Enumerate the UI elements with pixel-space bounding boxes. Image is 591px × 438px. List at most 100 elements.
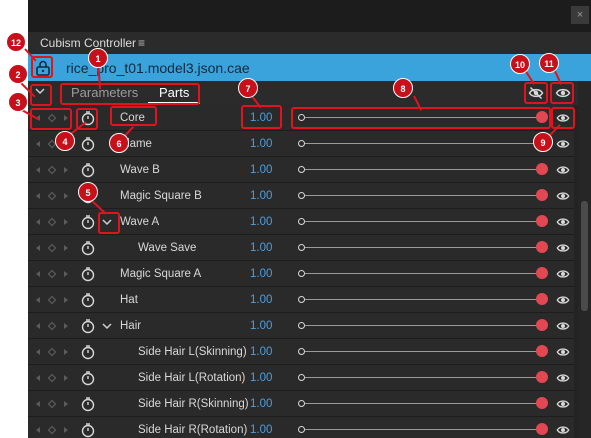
keyframe-nav-buttons[interactable] <box>34 209 74 235</box>
part-opacity-value[interactable]: 1.00 <box>250 417 272 438</box>
part-opacity-value[interactable]: 1.00 <box>250 261 272 287</box>
opacity-slider-track[interactable] <box>300 377 540 378</box>
part-name[interactable]: Hair <box>120 313 141 339</box>
slider-min-marker <box>298 244 305 251</box>
stopwatch-icon[interactable] <box>80 136 96 152</box>
scrollbar-thumb[interactable] <box>581 201 588 311</box>
opacity-slider-knob[interactable] <box>536 163 548 175</box>
stopwatch-icon[interactable] <box>80 266 96 282</box>
opacity-slider-knob[interactable] <box>536 267 548 279</box>
part-name[interactable]: Wave B <box>120 157 160 183</box>
keyframe-nav-buttons[interactable] <box>34 417 74 438</box>
vertical-scrollbar[interactable] <box>578 81 591 438</box>
keyframe-nav-buttons[interactable] <box>34 287 74 313</box>
part-name[interactable]: Side Hair R(Rotation) <box>138 417 247 438</box>
part-row[interactable]: Side Hair R(Skinning) 1.00 <box>28 391 574 417</box>
visibility-eye-icon[interactable] <box>556 423 570 437</box>
opacity-slider-knob[interactable] <box>536 319 548 331</box>
visibility-eye-icon[interactable] <box>556 241 570 255</box>
part-name[interactable]: Wave A <box>120 209 159 235</box>
opacity-slider-track[interactable] <box>300 299 540 300</box>
stopwatch-icon[interactable] <box>80 240 96 256</box>
stopwatch-icon[interactable] <box>80 396 96 412</box>
keyframe-nav-buttons[interactable] <box>34 183 74 209</box>
part-opacity-value[interactable]: 1.00 <box>250 287 272 313</box>
visibility-eye-icon[interactable] <box>556 137 570 151</box>
stopwatch-icon[interactable] <box>80 344 96 360</box>
visibility-eye-icon[interactable] <box>556 163 570 177</box>
opacity-slider-knob[interactable] <box>536 397 548 409</box>
opacity-slider-knob[interactable] <box>536 293 548 305</box>
keyframe-nav-buttons[interactable] <box>34 235 74 261</box>
stopwatch-icon[interactable] <box>80 318 96 334</box>
visibility-eye-icon[interactable] <box>556 345 570 359</box>
keyframe-nav-buttons[interactable] <box>34 365 74 391</box>
opacity-slider-track[interactable] <box>300 247 540 248</box>
opacity-slider-track[interactable] <box>300 403 540 404</box>
slider-min-marker <box>298 296 305 303</box>
stopwatch-icon[interactable] <box>80 214 96 230</box>
part-opacity-value[interactable]: 1.00 <box>250 313 272 339</box>
part-name[interactable]: Side Hair L(Rotation) <box>138 365 245 391</box>
part-name[interactable]: Magic Square A <box>120 261 201 287</box>
stopwatch-icon[interactable] <box>80 162 96 178</box>
part-row[interactable]: Side Hair L(Skinning) 1.00 <box>28 339 574 365</box>
opacity-slider-track[interactable] <box>300 195 540 196</box>
part-name[interactable]: Hat <box>120 287 138 313</box>
part-opacity-value[interactable]: 1.00 <box>250 209 272 235</box>
model-file-bar[interactable]: rice_pro_t01.model3.json.cae <box>28 54 591 81</box>
opacity-slider-knob[interactable] <box>536 189 548 201</box>
visibility-eye-icon[interactable] <box>556 267 570 281</box>
part-opacity-value[interactable]: 1.00 <box>250 365 272 391</box>
menu-icon[interactable]: ≡ <box>138 36 145 50</box>
panel-title: Cubism Controller <box>40 36 137 50</box>
part-name[interactable]: Side Hair R(Skinning) <box>138 391 249 417</box>
keyframe-nav-buttons[interactable] <box>34 339 74 365</box>
opacity-slider-track[interactable] <box>300 221 540 222</box>
opacity-slider-knob[interactable] <box>536 215 548 227</box>
annotation-callout-5: 5 <box>78 182 98 202</box>
part-row[interactable]: Hair 1.00 <box>28 313 574 339</box>
opacity-slider-track[interactable] <box>300 273 540 274</box>
visibility-eye-icon[interactable] <box>556 319 570 333</box>
visibility-eye-icon[interactable] <box>556 293 570 307</box>
part-row[interactable]: Wave Save 1.00 <box>28 235 574 261</box>
keyframe-nav-buttons[interactable] <box>34 391 74 417</box>
part-name[interactable]: Wave Save <box>138 235 196 261</box>
annotation-callout-11: 11 <box>539 53 559 73</box>
opacity-slider-track[interactable] <box>300 169 540 170</box>
part-opacity-value[interactable]: 1.00 <box>250 391 272 417</box>
visibility-eye-icon[interactable] <box>556 215 570 229</box>
part-row[interactable]: Magic Square A 1.00 <box>28 261 574 287</box>
opacity-slider-knob[interactable] <box>536 345 548 357</box>
part-row[interactable]: Magic Square B 1.00 <box>28 183 574 209</box>
part-row[interactable]: Side Hair L(Rotation) 1.00 <box>28 365 574 391</box>
opacity-slider-track[interactable] <box>300 429 540 430</box>
keyframe-nav-buttons[interactable] <box>34 157 74 183</box>
visibility-eye-icon[interactable] <box>556 397 570 411</box>
visibility-eye-icon[interactable] <box>556 189 570 203</box>
opacity-slider-track[interactable] <box>300 143 540 144</box>
part-opacity-value[interactable]: 1.00 <box>250 183 272 209</box>
keyframe-nav-buttons[interactable] <box>34 261 74 287</box>
keyframe-nav-buttons[interactable] <box>34 313 74 339</box>
opacity-slider-track[interactable] <box>300 351 540 352</box>
part-opacity-value[interactable]: 1.00 <box>250 157 272 183</box>
visibility-eye-icon[interactable] <box>556 371 570 385</box>
part-opacity-value[interactable]: 1.00 <box>250 339 272 365</box>
opacity-slider-knob[interactable] <box>536 241 548 253</box>
stopwatch-icon[interactable] <box>80 422 96 438</box>
opacity-slider-track[interactable] <box>300 325 540 326</box>
part-name[interactable]: Magic Square B <box>120 183 202 209</box>
stopwatch-icon[interactable] <box>80 370 96 386</box>
part-row[interactable]: Hat 1.00 <box>28 287 574 313</box>
part-name[interactable]: Side Hair L(Skinning) <box>138 339 247 365</box>
opacity-slider-knob[interactable] <box>536 371 548 383</box>
close-button[interactable]: × <box>571 6 589 24</box>
stopwatch-icon[interactable] <box>80 292 96 308</box>
part-opacity-value[interactable]: 1.00 <box>250 131 272 157</box>
part-row[interactable]: Wave B 1.00 <box>28 157 574 183</box>
part-opacity-value[interactable]: 1.00 <box>250 235 272 261</box>
opacity-slider-knob[interactable] <box>536 423 548 435</box>
part-row[interactable]: Side Hair R(Rotation) 1.00 <box>28 417 574 438</box>
